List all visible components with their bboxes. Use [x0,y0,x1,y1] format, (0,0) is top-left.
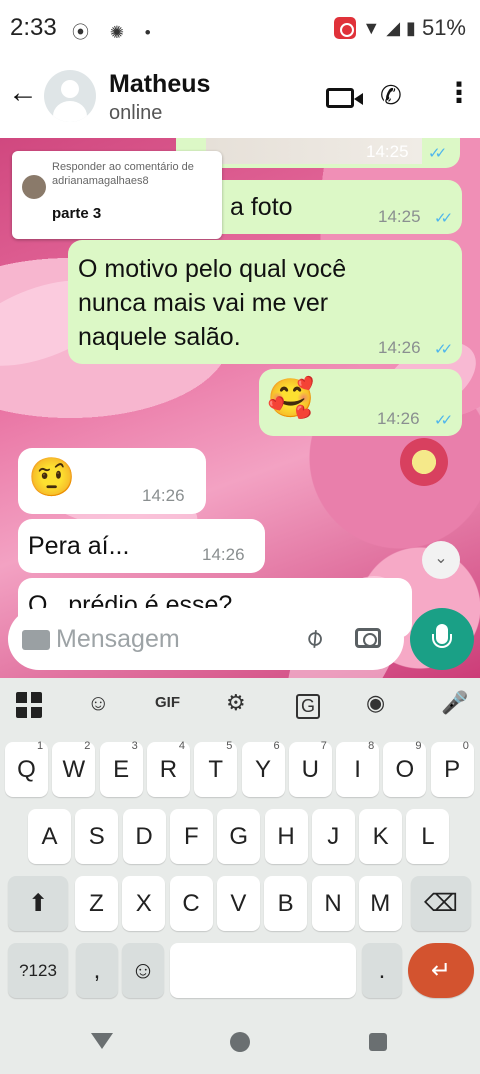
nav-back-icon[interactable] [91,1033,113,1049]
key-f[interactable]: F [169,809,213,864]
key-h[interactable]: H [264,809,308,864]
key-s[interactable]: S [75,809,119,864]
key-hint-number: 3 [131,740,138,752]
key-k[interactable]: K [359,809,403,864]
backspace-key[interactable]: ⌫ [411,876,471,931]
message-emoji: 🤨 [28,457,76,499]
battery-icon: ▮ [406,17,416,38]
key-x[interactable]: X [122,876,166,931]
symbols-key[interactable]: ?123 [8,943,68,998]
message-input[interactable]: Mensagem ⌀ [8,608,404,670]
message-bubble[interactable]: 🥰 14:26 ✓✓ [259,369,462,436]
chat-area[interactable]: 14:25 ✓✓ a foto 14:25 ✓✓ Responder ao co… [0,138,480,678]
scroll-down-button[interactable]: ⌄ [422,541,460,579]
chat-header: ← Matheus online ✆ ⋮ [0,58,480,138]
key-l[interactable]: L [406,809,450,864]
key-j[interactable]: J [311,809,355,864]
phone-call-icon[interactable]: ✆ [380,80,402,111]
status-time: 2:33 [10,14,57,41]
key-a[interactable]: A [28,809,71,864]
battery-percent: 51% [421,15,466,40]
key-d[interactable]: D [122,809,166,864]
nav-home-icon[interactable] [230,1032,250,1052]
key-b[interactable]: B [264,876,308,931]
input-placeholder[interactable]: Mensagem [56,625,180,654]
screen-record-icon [334,17,357,39]
status-right: ▼ ◢ ▮ 51% [334,15,466,41]
commenter-avatar [22,175,46,199]
key-hint-number: 0 [462,740,469,752]
key-hint-number: 5 [226,740,233,752]
avatar[interactable] [44,70,96,122]
key-g[interactable]: G [217,809,261,864]
space-key[interactable] [170,943,356,998]
key-hint-number: 9 [415,740,422,752]
wifi-icon: ▼ [362,17,381,38]
notification-icons: ⦿ ✺ • [72,23,159,42]
back-arrow-icon[interactable]: ← [8,76,38,110]
key-n[interactable]: N [311,876,355,931]
message-time: 14:26 [377,409,420,428]
key-hint-number: 7 [320,740,327,752]
signal-icon: ◢ [386,17,401,38]
reply-body: parte 3 [52,205,102,222]
key-hint-number: 6 [273,740,280,752]
camera-icon[interactable] [355,628,381,648]
theme-palette-icon[interactable]: ◉ [366,690,385,716]
key-hint-number: 1 [37,740,44,752]
message-bubble[interactable]: O motivo pelo qual você nunca mais vai m… [68,240,462,364]
voice-input-icon[interactable]: 🎤 [441,690,468,716]
emoji-key[interactable]: ☺ [122,943,164,998]
message-text: a foto [230,193,293,221]
key-m[interactable]: M [358,876,402,931]
read-ticks-icon: ✓✓ [434,210,453,227]
mic-icon [432,624,452,648]
period-key[interactable]: . [362,943,402,998]
key-hint-number: 4 [178,740,186,752]
message-text: O motivo pelo qual você nunca mais vai m… [78,255,347,351]
wallpaper-flower [400,438,448,486]
message-time: 14:26 [142,486,185,505]
key-hint-number: 2 [84,740,91,752]
system-nav-bar [0,1011,480,1074]
translate-icon[interactable]: G [296,694,321,719]
keyboard-icon[interactable] [22,630,50,650]
read-ticks-icon: ✓✓ [428,145,447,162]
read-ticks-icon: ✓✓ [434,412,453,429]
more-options-icon[interactable]: ⋮ [445,76,473,109]
attach-icon[interactable]: ⌀ [298,621,330,655]
comma-key[interactable]: , [76,943,118,998]
reply-comment-card[interactable]: Responder ao comentário de adrianamagalh… [12,151,222,239]
enter-key[interactable]: ↵ [408,943,474,998]
keyboard-toolbar: ☺ GIF ⚙ G ◉ 🎤 [0,678,480,730]
keyboard: ☺ GIF ⚙ G ◉ 🎤 Q1W2E3R4T5Y6U7I8O9P0 ASDFG… [0,678,480,1011]
sticker-icon[interactable]: ☺ [87,690,109,716]
status-bar: 2:33 ⦿ ✺ • ▼ ◢ ▮ 51% [0,0,480,58]
read-ticks-icon: ✓✓ [434,341,453,358]
message-bubble[interactable]: Pera aí... 14:26 [18,519,265,573]
message-time: 14:26 [202,545,245,564]
message-time: 14:25 [366,142,409,161]
message-time: 14:26 [378,338,421,357]
nav-recents-icon[interactable] [369,1033,387,1051]
message-bubble[interactable]: 🤨 14:26 [18,448,206,514]
apps-grid-icon[interactable] [16,692,42,718]
contact-name[interactable]: Matheus [109,70,210,99]
message-text: Pera aí... [28,532,130,560]
key-v[interactable]: V [216,876,260,931]
message-input-bar: Mensagem ⌀ [0,600,480,680]
reply-header: Responder ao comentário de adrianamagalh… [52,161,194,187]
key-z[interactable]: Z [75,876,118,931]
key-c[interactable]: C [169,876,213,931]
video-call-icon[interactable] [326,88,363,108]
message-emoji: 🥰 [267,378,315,420]
voice-record-button[interactable] [410,608,474,670]
contact-status: online [109,102,163,124]
shift-key[interactable]: ⬆ [8,876,68,931]
gif-button[interactable]: GIF [155,694,180,711]
key-hint-number: 8 [368,740,375,752]
settings-gear-icon[interactable]: ⚙ [226,690,246,716]
message-time: 14:25 [378,207,421,226]
